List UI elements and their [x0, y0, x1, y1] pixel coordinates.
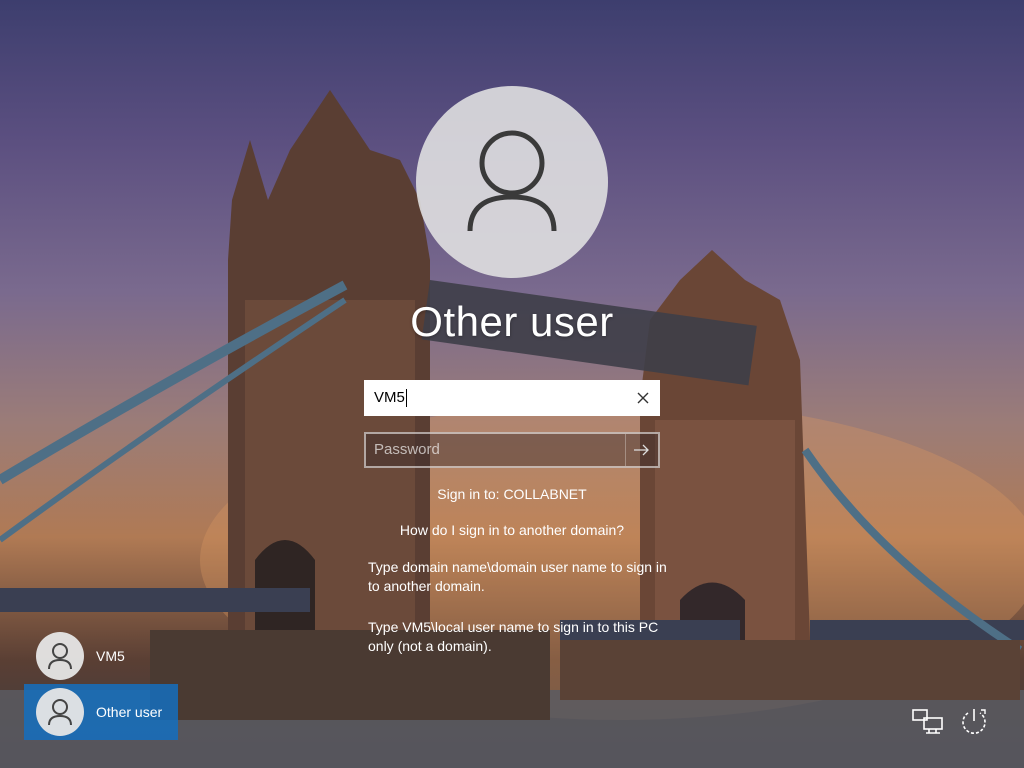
sign-in-domain-label: Sign in to: COLLABNET	[437, 486, 587, 502]
help-text-domain: Type domain name\domain user name to sig…	[368, 559, 667, 594]
power-button[interactable]	[954, 702, 994, 742]
user-silhouette-icon	[48, 699, 72, 726]
password-field[interactable]: Password	[364, 432, 660, 468]
password-input[interactable]: Password	[366, 434, 625, 466]
username-input[interactable]: VM5	[364, 388, 626, 408]
help-text-local: Type VM5\local user name to sign in to t…	[368, 619, 659, 654]
arrow-right-icon	[634, 444, 649, 456]
close-icon	[637, 392, 649, 404]
domain-help-link[interactable]: How do I sign in to another domain?	[0, 522, 1024, 538]
avatar	[36, 632, 84, 680]
user-tile-label: Other user	[96, 704, 163, 720]
user-avatar	[416, 86, 608, 278]
network-button[interactable]	[908, 702, 948, 742]
username-field[interactable]: VM5	[364, 380, 660, 416]
submit-button[interactable]	[625, 434, 658, 466]
user-tile-vm5[interactable]: VM5	[24, 628, 178, 684]
user-tile-label: VM5	[96, 648, 125, 664]
user-silhouette-icon	[48, 643, 72, 670]
user-tile-other-user[interactable]: Other user	[24, 684, 178, 740]
username-value: VM5	[374, 388, 405, 406]
network-icon	[912, 709, 943, 734]
avatar	[36, 688, 84, 736]
user-silhouette-icon	[467, 130, 557, 232]
power-icon	[962, 709, 986, 734]
page-title: Other user	[410, 298, 614, 345]
clear-button[interactable]	[626, 380, 660, 416]
text-caret	[405, 389, 407, 408]
